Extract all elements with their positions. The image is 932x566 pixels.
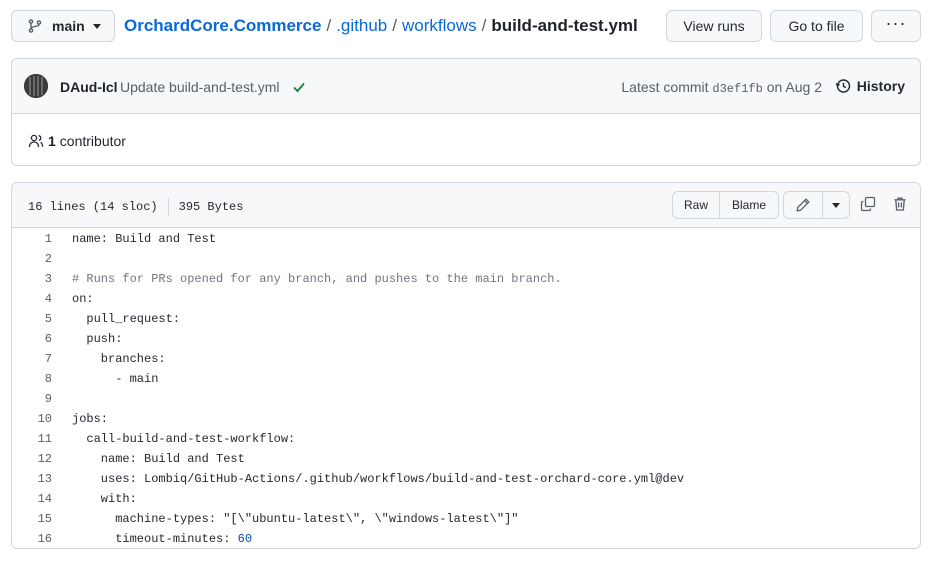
line-number[interactable]: 1 [12, 232, 52, 246]
blame-button[interactable]: Blame [720, 192, 778, 218]
line-number[interactable]: 15 [12, 512, 52, 526]
raw-button[interactable]: Raw [673, 192, 720, 218]
latest-commit-info: Latest commit d3ef1fb on Aug 2 [621, 79, 822, 96]
breadcrumb-repo-link[interactable]: OrchardCore.Commerce [124, 16, 321, 36]
code-line: 9 [12, 389, 920, 409]
breadcrumb-separator: / [481, 16, 487, 35]
git-branch-icon [27, 18, 43, 34]
code-line: 5 pull_request: [12, 309, 920, 329]
code-line: 15 machine-types: "[\"ubuntu-latest\", \… [12, 509, 920, 529]
breadcrumb-workflows-link[interactable]: workflows [402, 16, 477, 36]
history-clock-icon [835, 78, 851, 94]
line-number[interactable]: 5 [12, 312, 52, 326]
code-line: 1 name: Build and Test [12, 229, 920, 249]
code-view: 1 name: Build and Test 2 3 # Runs for PRs op… [12, 228, 920, 548]
line-number[interactable]: 4 [12, 292, 52, 306]
history-link[interactable]: History [835, 78, 905, 94]
commit-message-link[interactable]: Update build-and-test.yml [120, 79, 280, 95]
line-content: jobs: [72, 412, 109, 426]
file-header-bar: main OrchardCore.Commerce / .github / wo… [11, 10, 921, 43]
line-content: call-build-and-test-workflow: [72, 432, 296, 446]
file-info-divider [167, 198, 169, 216]
avatar[interactable] [24, 74, 48, 98]
line-number[interactable]: 9 [12, 392, 52, 406]
history-label: History [856, 78, 905, 94]
code-line: 4 on: [12, 289, 920, 309]
code-line: 8 - main [12, 369, 920, 389]
code-line: 14 with: [12, 489, 920, 509]
edit-file-button[interactable] [784, 192, 823, 218]
line-number[interactable]: 10 [12, 412, 52, 426]
file-size: 395 Bytes [178, 200, 244, 214]
file-toolbar: 16 lines (14 sloc) 395 Bytes Raw Blame [12, 183, 920, 228]
contributor-count: 1 [48, 133, 56, 149]
line-number[interactable]: 7 [12, 352, 52, 366]
pencil-icon [796, 198, 810, 212]
chevron-down-icon [92, 23, 101, 29]
code-line: 16 timeout-minutes: 60 [12, 529, 920, 548]
line-content: push: [72, 332, 123, 346]
line-content: machine-types: "[\"ubuntu-latest\", \"wi… [72, 512, 519, 526]
breadcrumb-separator: / [326, 16, 332, 35]
trash-icon[interactable] [892, 196, 908, 212]
branch-selector-button[interactable]: main [11, 10, 115, 42]
line-content: branches: [72, 352, 166, 366]
line-number[interactable]: 8 [12, 372, 52, 386]
code-line: 2 [12, 249, 920, 269]
code-line: 12 name: Build and Test [12, 449, 920, 469]
breadcrumb-separator: / [392, 16, 397, 35]
contributors-link[interactable]: 1 contributor [28, 133, 126, 149]
contributor-label: contributor [59, 133, 126, 149]
line-number[interactable]: 2 [12, 252, 52, 266]
chevron-down-icon [831, 202, 840, 208]
branch-name: main [52, 18, 85, 34]
line-content: name: Build and Test [72, 452, 245, 466]
file-viewer: 16 lines (14 sloc) 395 Bytes Raw Blame 1… [11, 182, 921, 549]
code-line: 7 branches: [12, 349, 920, 369]
more-options-button[interactable]: ··· [871, 10, 921, 42]
check-icon[interactable] [292, 80, 306, 94]
line-content: name: Build and Test [72, 232, 217, 246]
code-line: 11 call-build-and-test-workflow: [12, 429, 920, 449]
line-number[interactable]: 16 [12, 532, 52, 546]
line-content: # Runs for PRs opened for any branch, an… [72, 272, 562, 286]
file-lines-info: 16 lines (14 sloc) [28, 200, 158, 214]
people-icon [28, 133, 44, 149]
go-to-file-button[interactable]: Go to file [770, 10, 863, 42]
code-line: 13 uses: Lombiq/GitHub-Actions/.github/w… [12, 469, 920, 489]
raw-blame-button-group: Raw Blame [672, 191, 779, 219]
line-number[interactable]: 11 [12, 432, 52, 446]
commit-author-link[interactable]: DAud-Icl [60, 79, 118, 95]
commit-header: DAud-Icl Update build-and-test.yml Lates… [12, 59, 920, 114]
line-number[interactable]: 6 [12, 332, 52, 346]
latest-commit-box: DAud-Icl Update build-and-test.yml Lates… [11, 58, 921, 166]
line-content: on: [72, 292, 94, 306]
copy-icon[interactable] [860, 196, 876, 212]
line-content: pull_request: [72, 312, 181, 326]
edit-dropdown-button[interactable] [823, 192, 849, 218]
code-line: 3 # Runs for PRs opened for any branch, a… [12, 269, 920, 289]
commit-date: on Aug 2 [766, 79, 822, 95]
line-content: with: [72, 492, 137, 506]
breadcrumb-file-name: build-and-test.yml [491, 16, 638, 35]
code-line: 10 jobs: [12, 409, 920, 429]
view-runs-button[interactable]: View runs [666, 10, 762, 42]
file-info: 16 lines (14 sloc) 395 Bytes [28, 198, 243, 216]
line-number[interactable]: 12 [12, 452, 52, 466]
edit-button-group [783, 191, 850, 219]
line-content: uses: Lombiq/GitHub-Actions/.github/work… [72, 472, 685, 486]
breadcrumb-github-link[interactable]: .github [336, 16, 387, 36]
latest-commit-label: Latest commit [621, 79, 709, 95]
code-line: 6 push: [12, 329, 920, 349]
commit-sha-link[interactable]: d3ef1fb [712, 82, 762, 96]
line-content: timeout-minutes: 60 [72, 532, 253, 546]
breadcrumb: OrchardCore.Commerce / .github / workflo… [124, 16, 638, 36]
line-number[interactable]: 3 [12, 272, 52, 286]
line-number[interactable]: 13 [12, 472, 52, 486]
line-content: - main [72, 372, 159, 386]
line-number[interactable]: 14 [12, 492, 52, 506]
